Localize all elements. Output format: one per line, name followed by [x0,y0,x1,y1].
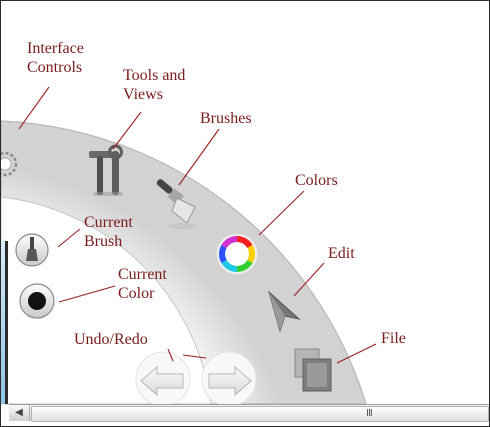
label-interface-controls: Interface Controls [27,40,84,76]
brush-preview-icon[interactable] [15,233,49,267]
undo-arrow-icon[interactable] [135,351,191,407]
horizontal-scrollbar[interactable]: ◀ III [9,404,489,422]
label-undo-redo: Undo/Redo [74,331,148,348]
label-current-color: Current Color [118,266,167,302]
color-swatch-icon[interactable] [19,283,55,319]
scroll-left-button[interactable]: ◀ [9,405,30,421]
label-current-brush: Current Brush [84,214,133,250]
label-tools-and-views: Tools and Views [123,67,186,103]
label-brushes: Brushes [200,110,252,127]
app-window: Interface Controls Tools and Views Brush… [0,0,490,427]
label-file: File [381,330,406,347]
label-colors: Colors [295,172,338,189]
label-edit: Edit [328,245,355,262]
scroll-thumb[interactable]: III [31,406,489,422]
left-panel-stripe [1,241,5,404]
redo-arrow-icon[interactable] [201,351,257,407]
color-wheel-icon[interactable] [215,232,259,276]
scroll-grip: III [366,408,373,419]
